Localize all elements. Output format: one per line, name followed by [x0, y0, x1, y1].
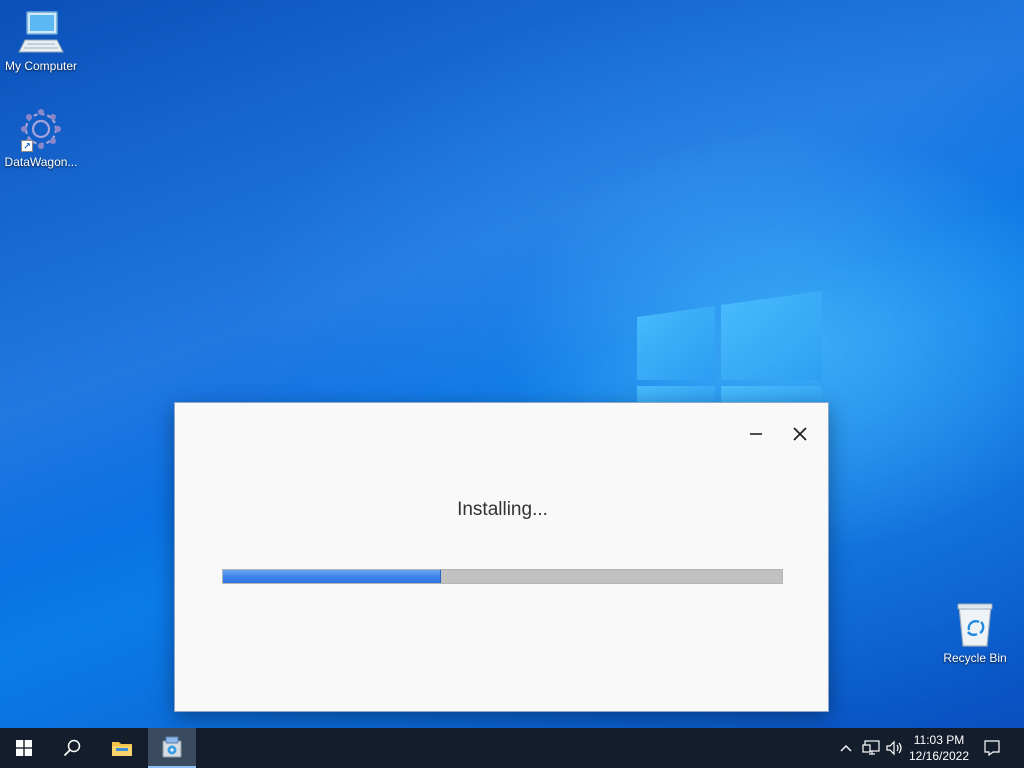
notification-icon [984, 740, 1000, 756]
installer-dialog: Installing... [174, 402, 829, 712]
taskbar: 11:03 PM 12/16/2022 [0, 728, 1024, 768]
search-button[interactable] [48, 728, 96, 768]
minimize-button[interactable] [741, 419, 771, 449]
desktop-icon-my-computer[interactable]: My Computer [0, 10, 82, 74]
search-icon [63, 739, 81, 757]
volume-icon [886, 740, 902, 756]
show-hidden-icons-button[interactable] [836, 728, 856, 768]
recycle-bin-icon [957, 603, 993, 647]
close-icon [793, 427, 807, 441]
close-button[interactable] [785, 419, 815, 449]
file-explorer-button[interactable] [98, 728, 146, 768]
start-button[interactable] [0, 728, 48, 768]
file-explorer-icon [112, 742, 132, 756]
network-icon [862, 740, 880, 755]
clock-date: 12/16/2022 [908, 749, 970, 763]
installer-icon [162, 736, 182, 758]
volume-button[interactable] [884, 728, 906, 768]
shortcut-arrow-icon: ↗ [21, 140, 33, 152]
network-button[interactable] [860, 728, 882, 768]
minimize-icon [750, 433, 762, 435]
clock-time: 11:03 PM [913, 733, 965, 747]
system-clock[interactable]: 11:03 PM 12/16/2022 [906, 728, 972, 768]
install-progress-bar [222, 569, 783, 584]
computer-icon [18, 11, 64, 53]
installer-taskbar-button[interactable] [148, 728, 196, 768]
desktop-icon-recycle-bin[interactable]: Recycle Bin [934, 602, 1016, 666]
chevron-up-icon [840, 745, 852, 752]
desktop-icon-datawagon[interactable]: ↗ DataWagon... [0, 106, 82, 170]
desktop-icon-label: DataWagon... [4, 155, 78, 169]
desktop-icon-label: My Computer [4, 59, 78, 73]
windows-start-icon [16, 740, 32, 756]
install-status-text: Installing... [457, 499, 548, 520]
action-center-button[interactable] [978, 728, 1006, 768]
install-progress-fill [223, 570, 441, 583]
desktop-icon-label: Recycle Bin [943, 651, 1007, 665]
